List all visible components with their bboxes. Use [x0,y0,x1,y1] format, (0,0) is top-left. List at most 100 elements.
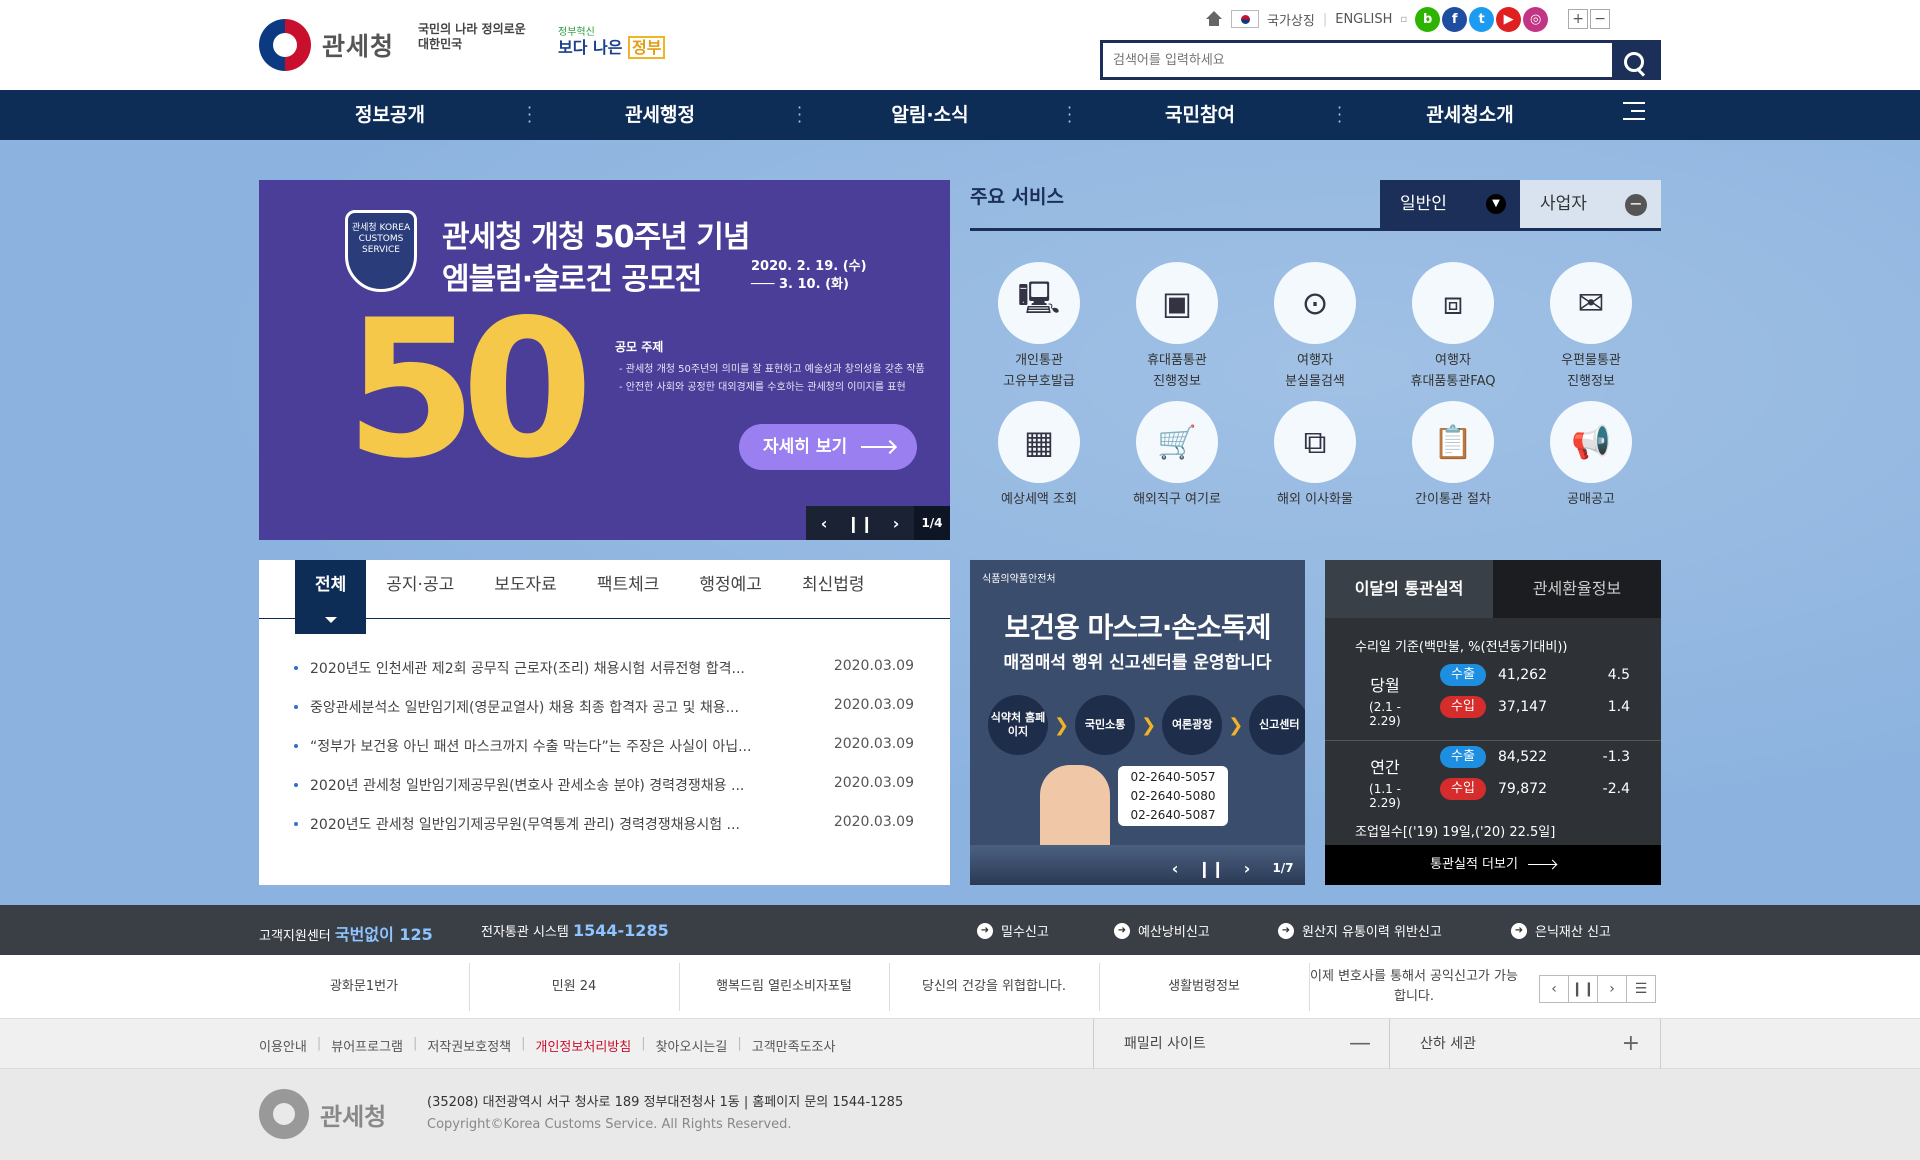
pause-button[interactable]: ❙❙ [1568,975,1598,1003]
search-box [1100,40,1661,80]
service-tax-estimate[interactable]: ▦ 예상세액 조회 [970,401,1108,510]
instagram-icon[interactable]: ◎ [1523,6,1549,32]
all-menu-icon[interactable] [1623,102,1645,122]
nav-customs-admin[interactable]: 관세행정 [560,90,760,140]
promo-pause-button[interactable]: ❙❙ [1193,851,1229,885]
service-auction-notice[interactable]: 📢 공매공고 [1522,401,1660,510]
news-title[interactable]: 중앙관세분석소 일반임기제(영문교열사) 채용 최종 합격자 공고 및 채용..… [310,700,739,716]
list-all-button[interactable]: ☰ [1626,975,1656,1003]
blog-icon[interactable]: b [1415,6,1441,32]
search-input[interactable] [1103,43,1612,77]
zoom-out-button[interactable]: − [1590,9,1611,29]
nav-news[interactable]: 알림·소식 [830,90,1030,140]
search-button[interactable] [1612,43,1658,77]
service-postal-progress[interactable]: ✉ 우편물통관 진행정보 [1522,262,1660,392]
twitter-icon[interactable]: t [1469,6,1495,32]
list-item[interactable]: 2020년도 관세청 일반임기제공무원(무역통계 관리) 경력경쟁채용시험 ..… [294,814,914,853]
new-window-icon: ▫ [1400,13,1408,25]
promo-banner[interactable]: 식품의약품안전처 보건용 마스크·손소독제 매점매석 행위 신고센터를 운영합니… [970,560,1305,885]
edi-number: 1544-1285 [573,921,669,940]
service-lost-item-search[interactable]: ⊙ 여행자 분실물검색 [1246,262,1384,392]
service-moving-goods[interactable]: ⧉ 해외 이사화물 [1246,401,1384,510]
footer-link[interactable]: 뷰어프로그램 [331,1036,403,1055]
report-budget-waste[interactable]: ➜ 예산낭비신고 [1114,921,1210,940]
english-link[interactable]: ENGLISH [1335,12,1392,27]
prev-button[interactable]: ‹ [1539,975,1569,1003]
footer-link[interactable]: 찾아오시는길 [656,1036,728,1055]
service-label: 해외 이사화물 [1277,492,1353,507]
mail-icon: ✉ [1550,262,1632,344]
stats-more-button[interactable]: 통관실적 더보기 [1325,845,1661,885]
nav-info-disclosure[interactable]: 정보공개 [290,90,490,140]
tab-exchange-rate[interactable]: 관세환율정보 [1493,560,1661,618]
main-navigation: 정보공개 · · · 관세행정 · · · 알림·소식 · · · 국민참여 · · · 관세청… [0,90,1920,140]
tab-notice[interactable]: 공지·공고 [366,560,474,618]
footer-link[interactable]: 고객만족도조사 [752,1036,836,1055]
related-link[interactable]: 광화문1번가 [259,955,469,1019]
stats-year-group: 연간 (1.1 - 2.29) [1355,754,1415,810]
promo-org: 식품의약품안전처 [982,574,1056,585]
list-item[interactable]: 2020년 관세청 일반임기제공무원(변호사 관세소송 분야) 경력경쟁채용 .… [294,775,914,814]
report-origin-violation[interactable]: ➜ 원산지 유통이력 위반신고 [1278,921,1442,940]
stats-month-group: 당월 (2.1 - 2.29) [1355,672,1415,728]
report-smuggling[interactable]: ➜ 밀수신고 [977,921,1049,940]
main-banner[interactable]: 관세청 KOREA CUSTOMS SERVICE 관세청 개청 50주년 기념… [259,180,950,540]
promo-next-button[interactable]: › [1229,851,1265,885]
slogan-banner[interactable]: 국민의 나라 정의로운 대한민국 [418,22,538,52]
footer-link-privacy[interactable]: 개인정보처리방침 [536,1036,632,1055]
services-title: 주요 서비스 [970,186,1065,208]
zoom-in-button[interactable]: + [1568,9,1589,29]
tab-latest-law[interactable]: 최신법령 [782,560,885,618]
family-site-select[interactable]: 패밀리 사이트 — [1093,1019,1391,1069]
next-button[interactable]: › [1597,975,1627,1003]
family-site-label: 패밀리 사이트 [1124,1036,1206,1052]
tab-press[interactable]: 보도자료 [474,560,577,618]
banner-pause-button[interactable]: ❙❙ [842,506,878,540]
promo-prev-button[interactable]: ‹ [1157,851,1193,885]
list-item[interactable]: 2020년도 인천세관 제2회 공무직 근로자(조리) 채용시험 서류전형 합격… [294,658,914,697]
related-link[interactable]: 이제 변호사를 통해서 공익신고가 가능합니다. [1309,955,1519,1019]
service-personal-code[interactable]: 🖳 개인통관 고유부호발급 [970,262,1108,392]
footer-link[interactable]: 이용안내 [259,1036,307,1055]
arrow-right-icon [1527,864,1556,865]
home-icon[interactable] [1205,11,1223,27]
tab-all[interactable]: 전체 [295,560,367,634]
customs-office-select[interactable]: 산하 세관 + [1389,1019,1661,1069]
service-simple-clearance[interactable]: 📋 간이통관 절차 [1384,401,1522,510]
news-title[interactable]: 2020년도 관세청 일반임기제공무원(무역통계 관리) 경력경쟁채용시험 ..… [310,817,740,833]
news-title[interactable]: 2020년 관세청 일반임기제공무원(변호사 관세소송 분야) 경력경쟁채용 .… [310,778,744,794]
news-title[interactable]: “정부가 보건용 아닌 패션 마스크까지 수출 막는다”는 주장은 사실이 아닙… [310,739,751,755]
banner-next-button[interactable]: › [878,506,914,540]
banner-more-button[interactable]: 자세히 보기 [739,424,917,470]
step-arrow-icon: ❯ [1054,714,1070,736]
tab-factcheck[interactable]: 팩트체크 [577,560,680,618]
site-logo[interactable]: 관세청 [259,19,394,71]
minus-icon: − [1625,194,1647,216]
tab-monthly-stats[interactable]: 이달의 통관실적 [1325,560,1493,618]
related-link[interactable]: 생활범령정보 [1099,955,1309,1019]
promo-step: 여론광장 [1162,695,1223,755]
stats-amount: 37,147 [1498,699,1547,715]
footer-link[interactable]: 저작권보호정책 [427,1036,511,1055]
service-carry-on-progress[interactable]: ▣ 휴대품통관 진행정보 [1108,262,1246,392]
tab-general[interactable]: 일반인 ▼ [1380,180,1520,228]
tab-business[interactable]: 사업자 − [1520,180,1661,228]
gov-innovation-banner[interactable]: 정부혁신 보다 나은 정부 [558,25,666,59]
banner-prev-button[interactable]: ‹ [806,506,842,540]
related-link[interactable]: 민원 24 [469,955,679,1019]
news-title[interactable]: 2020년도 인천세관 제2회 공무직 근로자(조리) 채용시험 서류전형 합격… [310,661,745,677]
service-traveler-faq[interactable]: ⧈ 여행자 휴대품통관FAQ [1384,262,1522,392]
facebook-icon[interactable]: f [1442,6,1468,32]
youtube-icon[interactable]: ▶ [1496,6,1522,32]
related-link[interactable]: 행복드림 열린소비자포털 [679,955,889,1019]
service-direct-purchase[interactable]: 🛒 해외직구 여기로 [1108,401,1246,510]
tab-admin-notice[interactable]: 행정예고 [679,560,782,618]
list-item[interactable]: 중앙관세분석소 일반임기제(영문교열사) 채용 최종 합격자 공고 및 채용..… [294,697,914,736]
national-symbol-link[interactable]: 국가상징 [1267,10,1315,29]
nav-participation[interactable]: 국민참여 [1100,90,1300,140]
footer-copyright: Copyright©Korea Customs Service. All Rig… [427,1117,792,1132]
list-item[interactable]: “정부가 보건용 아닌 패션 마스크까지 수출 막는다”는 주장은 사실이 아닙… [294,736,914,775]
related-link[interactable]: 당신의 건강을 위협합니다. [889,955,1099,1019]
nav-about[interactable]: 관세청소개 [1370,90,1570,140]
report-hidden-assets[interactable]: ➜ 은닉재산 신고 [1511,921,1611,940]
